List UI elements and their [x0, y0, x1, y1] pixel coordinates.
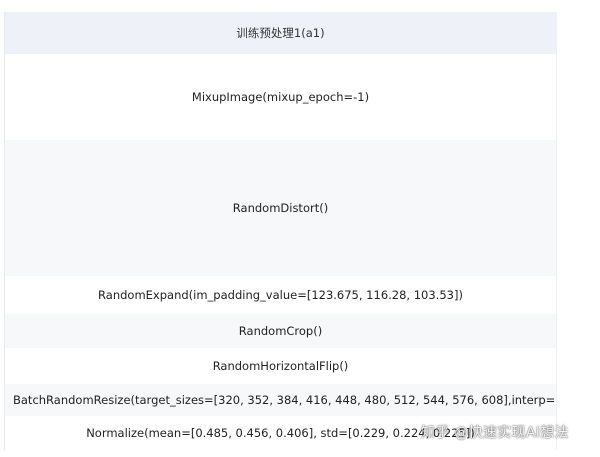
- table-row-random-distort: RandomDistort(): [5, 140, 556, 276]
- table-row-random-expand: RandomExpand(im_padding_value=[123.675, …: [5, 276, 556, 314]
- table-row-mixup: MixupImage(mixup_epoch=-1): [5, 54, 556, 140]
- table-row-random-horizontal-flip: RandomHorizontalFlip(): [5, 348, 556, 384]
- watermark-text: 知乎 @快速实现AI想法: [421, 425, 569, 441]
- table-header: 训练预处理1(a1): [5, 12, 556, 54]
- table-row-batch-random-resize: BatchRandomResize(target_sizes=[320, 352…: [5, 384, 556, 416]
- table-row-random-crop: RandomCrop(): [5, 314, 556, 348]
- page: 训练预处理1(a1) MixupImage(mixup_epoch=-1) Ra…: [0, 0, 600, 457]
- preprocessing-table: 训练预处理1(a1) MixupImage(mixup_epoch=-1) Ra…: [4, 12, 557, 450]
